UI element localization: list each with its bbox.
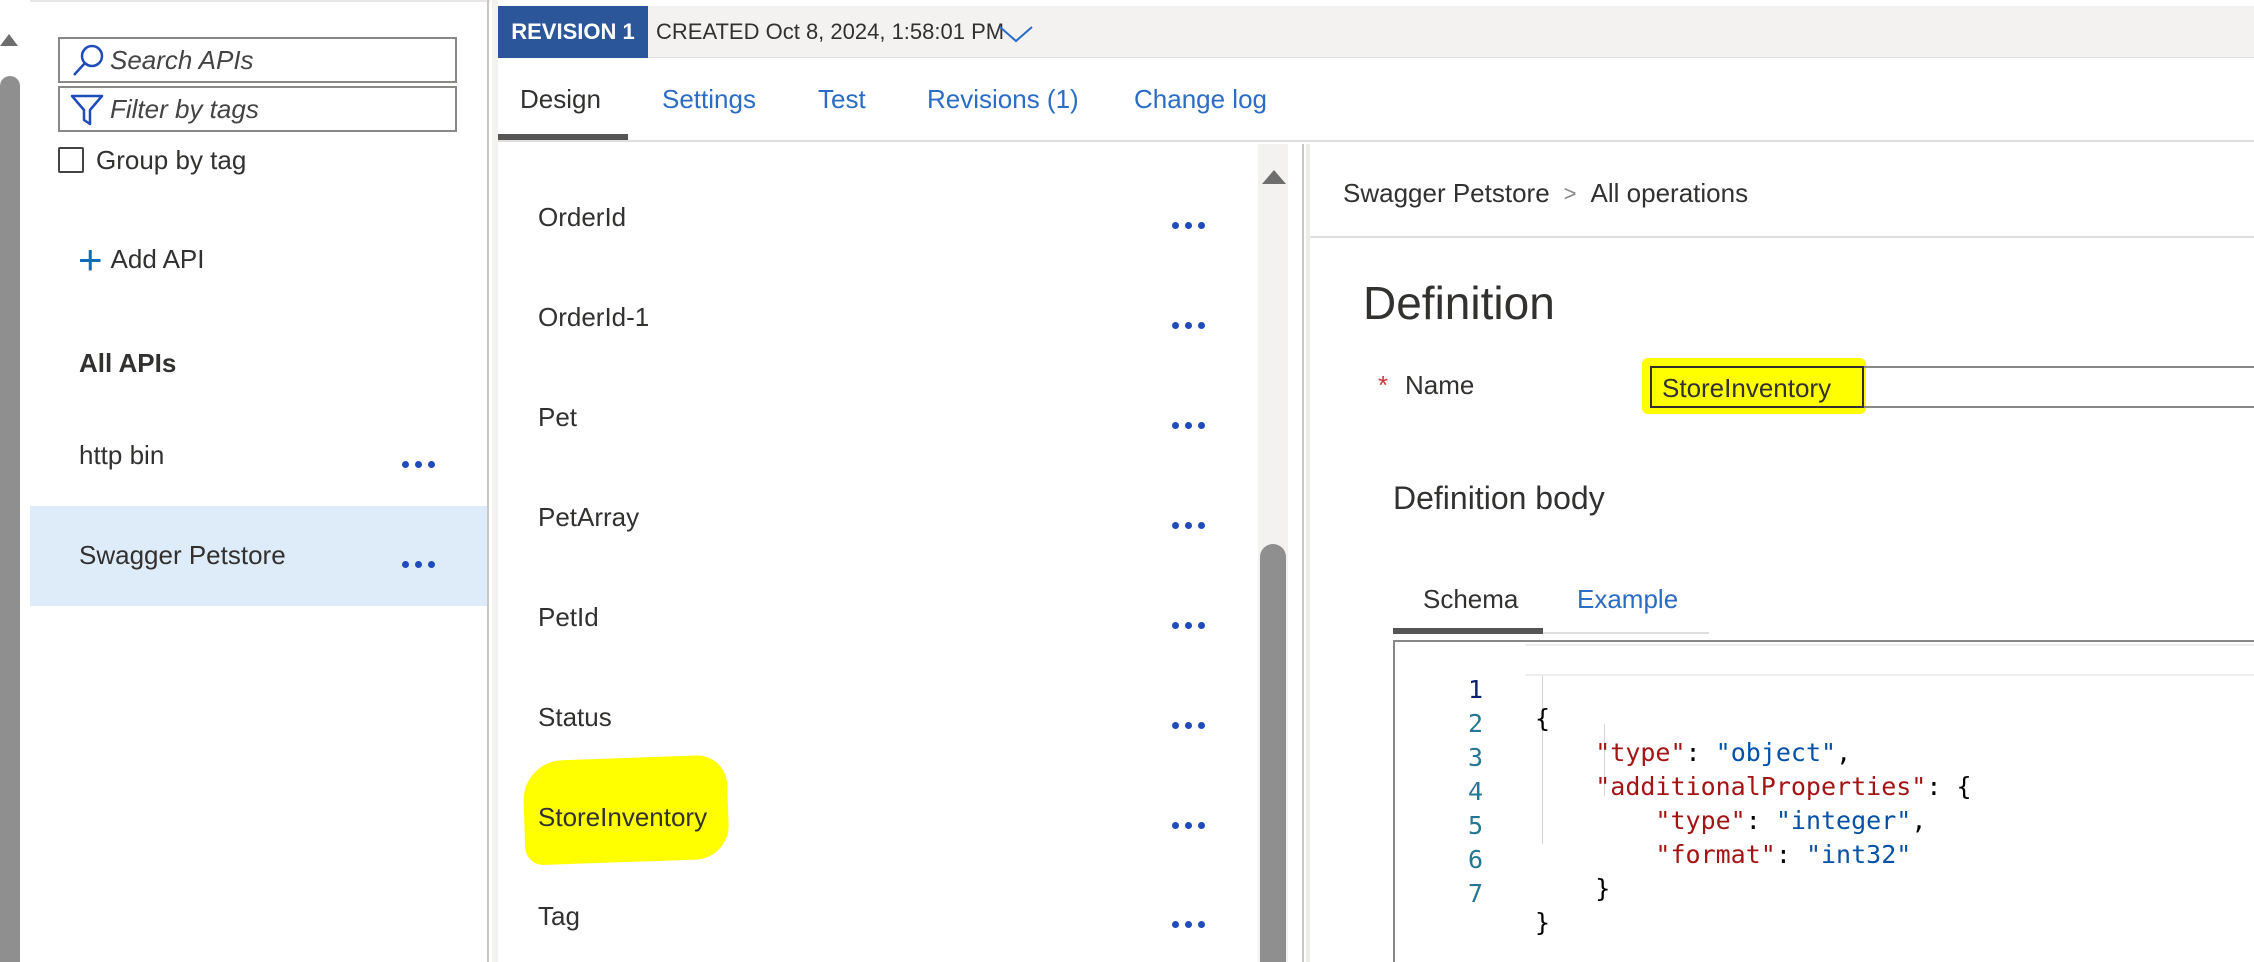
- list-item-highlighted[interactable]: StoreInventory: [498, 802, 1238, 882]
- required-marker: *: [1378, 370, 1389, 400]
- add-api-button[interactable]: + Add API: [78, 235, 205, 283]
- scroll-up-arrow-icon[interactable]: [1262, 170, 1286, 184]
- active-tab-indicator: [498, 134, 628, 140]
- scrollbar-thumb[interactable]: [0, 76, 20, 962]
- filter-tags-field[interactable]: [58, 86, 457, 132]
- top-divider: [30, 0, 490, 2]
- api-tabs: Design Settings Test Revisions (1) Chang…: [498, 58, 2254, 142]
- api-item-swagger-petstore[interactable]: Swagger Petstore: [30, 506, 488, 606]
- api-item-label: http bin: [79, 440, 165, 470]
- group-by-tag-row[interactable]: Group by tag: [58, 144, 246, 176]
- list-item[interactable]: Tag: [498, 901, 1238, 962]
- breadcrumb-separator: >: [1563, 180, 1577, 206]
- definition-label: OrderId: [538, 202, 627, 232]
- active-subtab-indicator: [1393, 628, 1543, 634]
- breadcrumb-api[interactable]: Swagger Petstore: [1343, 178, 1550, 209]
- revision-bar: REVISION 1 CREATED Oct 8, 2024, 1:58:01 …: [498, 6, 2254, 58]
- scroll-up-arrow-icon[interactable]: [0, 34, 18, 46]
- tab-test[interactable]: Test: [818, 84, 866, 115]
- code-line: 6 }: [1395, 816, 2254, 903]
- name-label: Name: [1405, 370, 1475, 400]
- list-item[interactable]: Pet: [498, 402, 1238, 482]
- name-field-focus-border: [1650, 366, 1864, 408]
- more-dots-icon[interactable]: [1172, 522, 1205, 529]
- pane-divider: [1302, 144, 1304, 962]
- more-dots-icon[interactable]: [1172, 822, 1205, 829]
- tab-revisions[interactable]: Revisions (1): [927, 84, 1079, 115]
- all-apis-heading[interactable]: All APIs: [79, 348, 176, 379]
- more-dots-icon[interactable]: [1172, 722, 1205, 729]
- breadcrumb-current: All operations: [1590, 178, 1749, 208]
- group-by-tag-checkbox[interactable]: [58, 147, 84, 173]
- search-icon: [73, 44, 104, 76]
- tab-example[interactable]: Example: [1577, 584, 1678, 615]
- search-apis-input[interactable]: [110, 43, 450, 77]
- definition-label: OrderId-1: [538, 302, 650, 332]
- more-dots-icon[interactable]: [1172, 422, 1205, 429]
- code-line: 3 "additionalProperties": {: [1395, 714, 2254, 801]
- more-dots-icon[interactable]: [1172, 222, 1205, 229]
- list-item[interactable]: PetId: [498, 602, 1238, 682]
- plus-icon: +: [78, 235, 103, 283]
- definition-label: Pet: [538, 402, 578, 432]
- code-editor[interactable]: 1 { 2 "type": "object", 3 "additionalPro…: [1393, 640, 2254, 962]
- code-line: 4 "type": "integer",: [1395, 748, 2254, 835]
- definition-label: Status: [538, 702, 612, 732]
- filter-tags-input[interactable]: [110, 92, 450, 126]
- list-item[interactable]: Status: [498, 702, 1238, 782]
- breadcrumb: Swagger Petstore > All operations: [1343, 178, 1748, 209]
- definition-label: PetArray: [538, 502, 640, 532]
- list-item[interactable]: PetArray: [498, 502, 1238, 582]
- list-scrollbar[interactable]: [1258, 144, 1288, 962]
- code-line: 2 "type": "object",: [1395, 680, 2254, 767]
- more-dots-icon[interactable]: [402, 461, 435, 468]
- pane-divider: [487, 0, 489, 962]
- created-text: CREATED Oct 8, 2024, 1:58:01 PM: [656, 19, 1005, 44]
- revision-badge: REVISION 1: [498, 6, 648, 58]
- code-line: 5 "format": "int32": [1395, 782, 2254, 869]
- tab-change-log[interactable]: Change log: [1134, 84, 1267, 115]
- api-item-http-bin[interactable]: http bin: [30, 406, 488, 506]
- definition-label: Tag: [538, 901, 580, 931]
- group-by-tag-label: Group by tag: [96, 144, 247, 175]
- page-title: Definition: [1363, 277, 1555, 329]
- definitions-list: OrderId OrderId-1 Pet PetArray PetId Sta…: [498, 144, 1258, 962]
- code-line: 1 {: [1395, 646, 2254, 733]
- left-scrollbar[interactable]: [0, 0, 22, 962]
- breadcrumb-divider: [1310, 236, 2254, 238]
- scrollbar-thumb[interactable]: [1260, 544, 1286, 962]
- pane-gutter[interactable]: [1306, 144, 1310, 962]
- chevron-down-icon[interactable]: [996, 23, 1036, 45]
- code-line: 7 }: [1395, 850, 2254, 937]
- definition-body-heading: Definition body: [1393, 480, 1605, 516]
- definition-label: StoreInventory: [538, 802, 708, 832]
- code-text: }: [1535, 908, 1551, 937]
- add-api-label: Add API: [110, 244, 205, 274]
- tab-design[interactable]: Design: [520, 84, 601, 115]
- list-item[interactable]: OrderId-1: [498, 302, 1238, 382]
- filter-icon: [70, 94, 104, 126]
- line-number: 7: [1467, 879, 1483, 908]
- tab-settings[interactable]: Settings: [662, 84, 756, 115]
- more-dots-icon[interactable]: [1172, 622, 1205, 629]
- more-dots-icon[interactable]: [402, 561, 435, 568]
- definition-label: PetId: [538, 602, 599, 632]
- more-dots-icon[interactable]: [1172, 322, 1205, 329]
- more-dots-icon[interactable]: [1172, 921, 1205, 928]
- api-item-label: Swagger Petstore: [79, 540, 286, 570]
- tab-schema[interactable]: Schema: [1423, 584, 1518, 615]
- list-item[interactable]: OrderId: [498, 202, 1238, 282]
- revision-created-dropdown[interactable]: CREATED Oct 8, 2024, 1:58:01 PM: [656, 19, 1033, 45]
- search-apis-field[interactable]: [58, 37, 457, 83]
